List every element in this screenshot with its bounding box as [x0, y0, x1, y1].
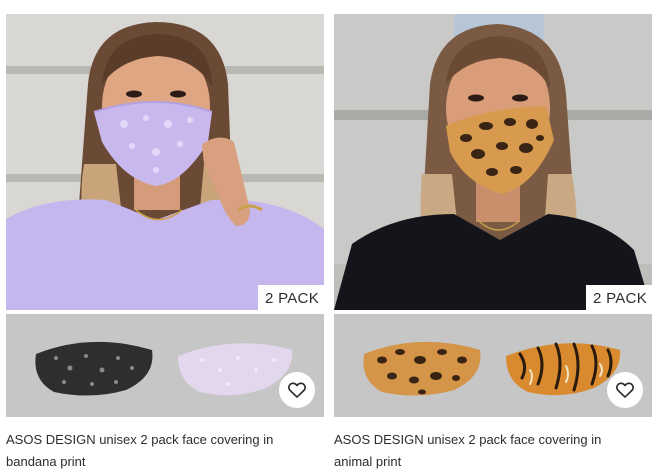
model-photo	[334, 14, 652, 310]
product-thumbnail-strip[interactable]	[6, 314, 324, 417]
pack-badge: 2 PACK	[257, 285, 324, 310]
product-image[interactable]: 2 PACK	[334, 14, 652, 310]
heart-icon	[615, 382, 635, 398]
save-for-later-button[interactable]	[607, 372, 643, 408]
product-image[interactable]: 2 PACK	[6, 14, 324, 310]
mask-pair-image	[6, 314, 324, 417]
product-thumbnail-strip[interactable]	[334, 314, 652, 417]
product-title-link[interactable]: ASOS DESIGN unisex 2 pack face covering …	[334, 429, 634, 473]
save-for-later-button[interactable]	[279, 372, 315, 408]
model-photo	[6, 14, 324, 310]
pack-badge: 2 PACK	[585, 285, 652, 310]
product-card[interactable]: 2 PACK ASOS DESIGN unisex 2 pack face co…	[334, 14, 652, 473]
product-card[interactable]: 2 PACK ASOS DESIGN unisex 2 pack face co…	[6, 14, 324, 473]
mask-pair-image	[334, 314, 652, 417]
heart-icon	[287, 382, 307, 398]
product-title-link[interactable]: ASOS DESIGN unisex 2 pack face covering …	[6, 429, 306, 473]
